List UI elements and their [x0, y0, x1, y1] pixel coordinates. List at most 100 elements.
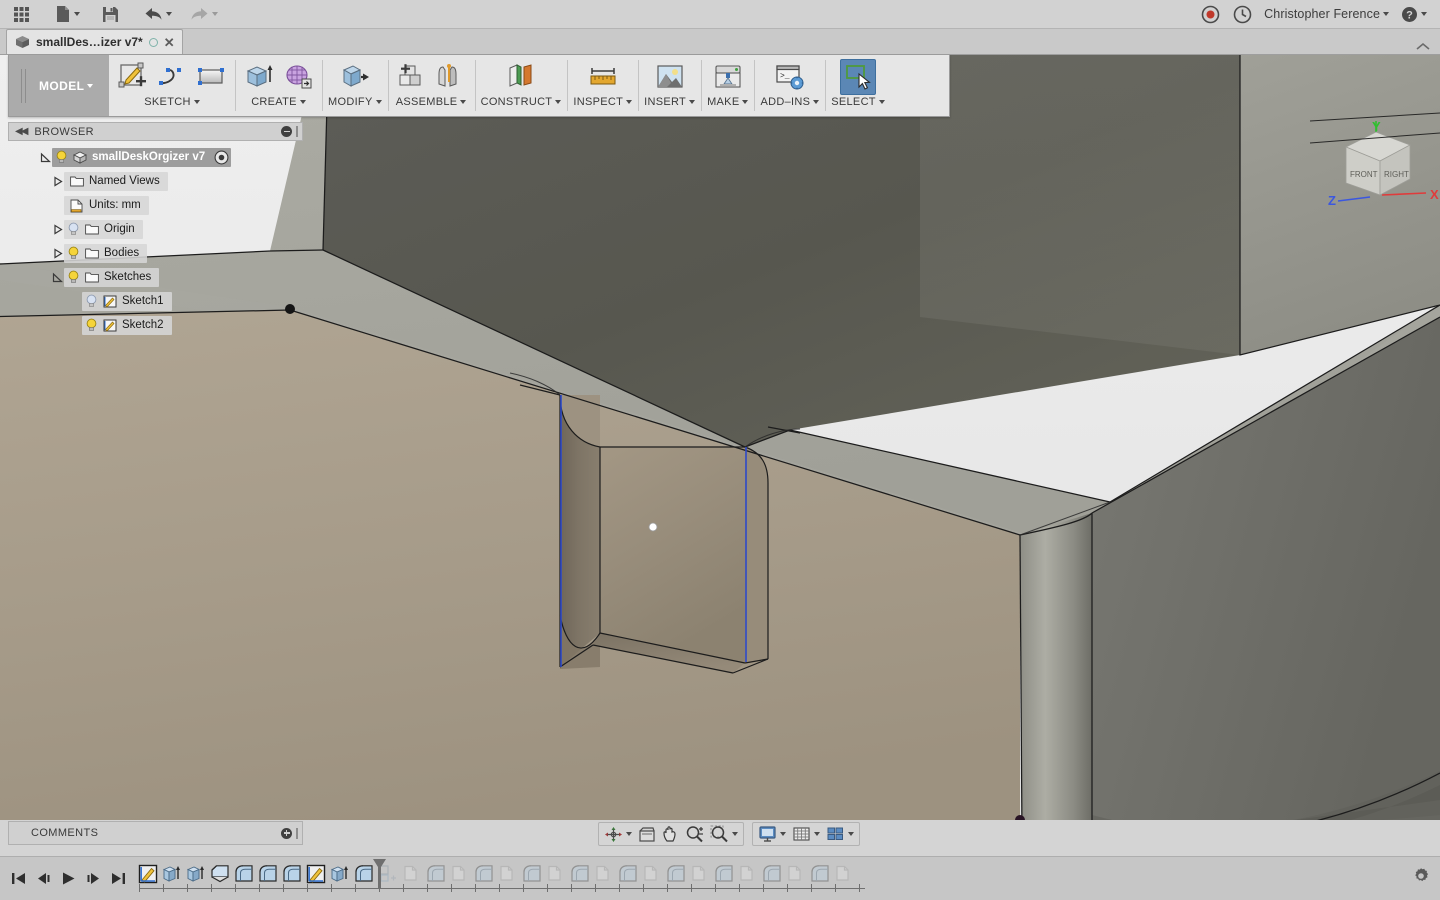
- ribbon-panel-label-addins[interactable]: ADD–INS: [760, 96, 820, 108]
- timeline-step-forward-button[interactable]: [81, 866, 106, 892]
- sidebar-item-sketch2[interactable]: Sketch2: [8, 313, 303, 337]
- ribbon-panel-label-select[interactable]: SELECT: [831, 96, 885, 108]
- zoom-button[interactable]: [682, 824, 707, 845]
- sidebar-item-bodies[interactable]: Bodies: [8, 241, 303, 265]
- viewports-button[interactable]: [823, 824, 857, 845]
- timeline-feature-pending11[interactable]: [616, 862, 640, 886]
- minimize-icon[interactable]: [281, 126, 292, 137]
- sketch-point-origin-bottom[interactable]: [1015, 815, 1025, 820]
- ribbon-panel-label-make[interactable]: MAKE: [707, 96, 749, 108]
- construct-plane-button[interactable]: [503, 59, 539, 95]
- timeline-feature-pending18[interactable]: [784, 862, 808, 886]
- ribbon-panel-label-construct[interactable]: CONSTRUCT: [481, 96, 562, 108]
- ribbon-panel-label-inspect[interactable]: INSPECT: [573, 96, 633, 108]
- insert-image-button[interactable]: [652, 59, 688, 95]
- ribbon-drag-grip[interactable]: [21, 68, 29, 103]
- rectangle-button[interactable]: [193, 59, 229, 95]
- sidebar-item-origin[interactable]: Origin: [8, 217, 303, 241]
- twisty-closed-icon[interactable]: [50, 246, 64, 260]
- timeline-feature-pending2[interactable]: [400, 862, 424, 886]
- twisty-open-icon[interactable]: [38, 150, 52, 164]
- sidebar-item-sketches[interactable]: Sketches: [8, 265, 303, 289]
- timeline-marker[interactable]: [373, 858, 386, 889]
- ribbon-panel-label-assemble[interactable]: ASSEMBLE: [396, 96, 467, 108]
- extrude-button[interactable]: [241, 59, 277, 95]
- visibility-bulb-icon[interactable]: [55, 150, 68, 164]
- timeline-feature-pending13[interactable]: [664, 862, 688, 886]
- visibility-bulb-icon[interactable]: [85, 294, 98, 308]
- timeline-feature-pending6[interactable]: [496, 862, 520, 886]
- timeline-feature-pending16[interactable]: [736, 862, 760, 886]
- grid-snaps-button[interactable]: [789, 824, 823, 845]
- create-form-button[interactable]: [280, 59, 316, 95]
- user-menu[interactable]: Christopher Ference: [1261, 1, 1392, 27]
- look-at-button[interactable]: [635, 824, 659, 845]
- timeline-go-end-button[interactable]: [106, 866, 131, 892]
- timeline-go-start-button[interactable]: [6, 866, 31, 892]
- timeline-feature-extrude2[interactable]: [184, 862, 208, 886]
- timeline-feature-pending12[interactable]: [640, 862, 664, 886]
- measure-button[interactable]: [585, 59, 621, 95]
- timeline-settings-button[interactable]: [1412, 867, 1430, 885]
- help-menu[interactable]: ?: [1398, 1, 1430, 27]
- sidebar-item-sketch1[interactable]: Sketch1: [8, 289, 303, 313]
- twisty-closed-icon[interactable]: [50, 222, 64, 236]
- timeline-feature-pending7[interactable]: [520, 862, 544, 886]
- redo-button[interactable]: [187, 1, 221, 27]
- collapse-ribbon-icon[interactable]: [1416, 42, 1430, 51]
- job-status-icon[interactable]: [1229, 1, 1255, 27]
- fit-button[interactable]: [707, 824, 741, 845]
- timeline-feature-pending4[interactable]: [448, 862, 472, 886]
- create-sketch-button[interactable]: [115, 59, 151, 95]
- display-settings-button[interactable]: [755, 824, 789, 845]
- close-icon[interactable]: ✕: [164, 36, 175, 49]
- timeline-feature-pending10[interactable]: [592, 862, 616, 886]
- ribbon-panel-label-sketch[interactable]: SKETCH: [144, 96, 200, 108]
- visibility-bulb-icon[interactable]: [67, 246, 80, 260]
- timeline-feature-pending14[interactable]: [688, 862, 712, 886]
- save-button[interactable]: [97, 1, 123, 27]
- orbit-button[interactable]: [601, 824, 635, 845]
- sidebar-item-units[interactable]: Units: mm: [8, 193, 303, 217]
- activate-component-toggle[interactable]: [214, 150, 229, 165]
- timeline-feature-pending8[interactable]: [544, 862, 568, 886]
- timeline-feature-sketch1[interactable]: [136, 862, 160, 886]
- timeline-feature-pending5[interactable]: [472, 862, 496, 886]
- document-tab[interactable]: smallDes…izer v7* ✕: [6, 29, 183, 54]
- visibility-bulb-icon[interactable]: [67, 270, 80, 284]
- new-component-button[interactable]: [394, 59, 430, 95]
- ribbon-panel-label-insert[interactable]: INSERT: [644, 96, 696, 108]
- timeline-feature-fillet3[interactable]: [280, 862, 304, 886]
- select-button[interactable]: [840, 59, 877, 95]
- pan-button[interactable]: [659, 824, 682, 845]
- double-left-chevron-icon[interactable]: ◀◀: [15, 126, 28, 137]
- undo-button[interactable]: [141, 1, 175, 27]
- timeline-feature-fillet1[interactable]: [232, 862, 256, 886]
- timeline-step-back-button[interactable]: [31, 866, 56, 892]
- timeline-feature-pending19[interactable]: [808, 862, 832, 886]
- ribbon-panel-label-modify[interactable]: MODIFY: [328, 96, 382, 108]
- timeline-feature-extrude3[interactable]: [328, 862, 352, 886]
- timeline-feature-extrude1[interactable]: [160, 862, 184, 886]
- sidebar-item-root[interactable]: smallDeskOrgizer v7: [8, 145, 303, 169]
- spline-button[interactable]: [154, 59, 190, 95]
- comments-dock-grip[interactable]: [296, 827, 298, 839]
- file-menu-button[interactable]: [52, 1, 83, 27]
- twisty-closed-icon[interactable]: [50, 174, 64, 188]
- ribbon-panel-label-create[interactable]: CREATE: [251, 96, 306, 108]
- browser-dock-grip[interactable]: [296, 126, 298, 137]
- timeline-feature-pending17[interactable]: [760, 862, 784, 886]
- workspace-label[interactable]: MODEL: [39, 79, 94, 93]
- timeline-feature-pending9[interactable]: [568, 862, 592, 886]
- timeline-feature-pending15[interactable]: [712, 862, 736, 886]
- add-comment-icon[interactable]: [281, 827, 292, 839]
- joint-button[interactable]: [433, 59, 469, 95]
- 3d-print-button[interactable]: [710, 59, 746, 95]
- timeline-feature-sketch2[interactable]: [304, 862, 328, 886]
- workspace-switcher[interactable]: MODEL: [9, 55, 109, 116]
- app-grid-icon[interactable]: [8, 1, 34, 27]
- scripts-addins-button[interactable]: >_: [772, 59, 808, 95]
- record-icon[interactable]: [1197, 1, 1223, 27]
- timeline-track[interactable]: [136, 857, 1440, 900]
- construction-point[interactable]: [648, 522, 658, 532]
